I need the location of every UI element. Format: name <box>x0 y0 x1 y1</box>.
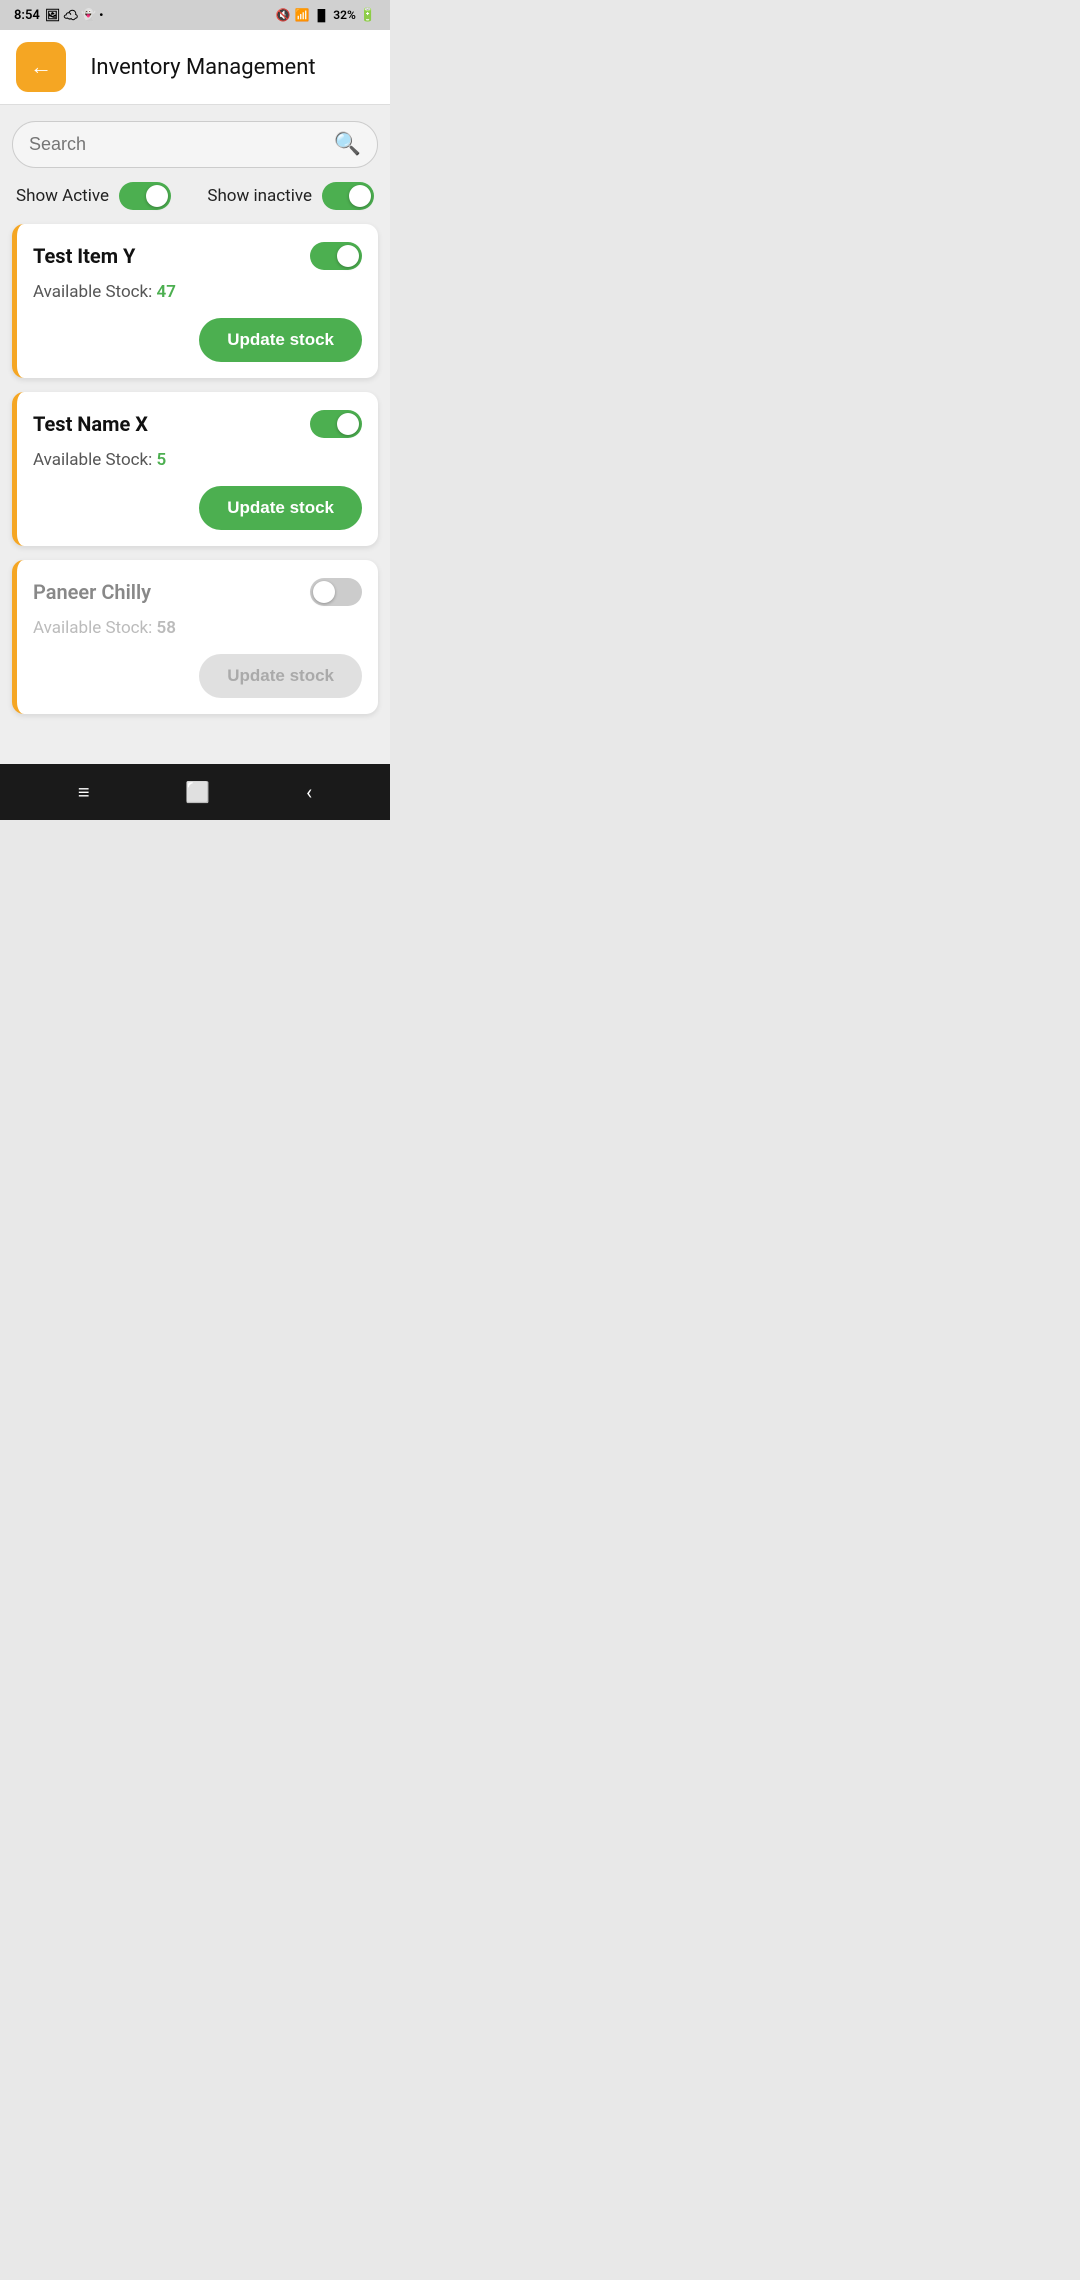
time-display: 8:54 <box>14 8 40 23</box>
stock-value-0: 47 <box>157 282 176 302</box>
nav-home-icon[interactable]: ⬜ <box>185 780 210 804</box>
show-active-group: Show Active <box>16 182 171 210</box>
inventory-card-0: Test Item Y Available Stock: 47 Update s… <box>12 224 378 378</box>
card-title-0: Test Item Y <box>33 244 135 268</box>
card-header-0: Test Item Y <box>33 242 362 270</box>
show-active-toggle[interactable] <box>119 182 171 210</box>
item-slider-2 <box>310 578 362 606</box>
status-bar: 8:54 🖼 ☁ 👻 • 🔇 📶 ▐▌ 32% 🔋 <box>0 0 390 30</box>
item-knob-2 <box>313 581 335 603</box>
nav-menu-icon[interactable]: ≡ <box>78 780 90 805</box>
show-active-knob <box>146 185 168 207</box>
stock-value-1: 5 <box>157 450 167 470</box>
item-toggle-2[interactable] <box>310 578 362 606</box>
stock-value-2: 58 <box>157 618 176 638</box>
show-inactive-slider <box>322 182 374 210</box>
app-header: ← Inventory Management <box>0 30 390 105</box>
item-knob-0 <box>337 245 359 267</box>
stock-label-2: Available Stock: <box>33 618 152 638</box>
filter-row: Show Active Show inactive <box>12 182 378 210</box>
status-icons: 🖼 ☁ 👻 • <box>45 8 104 22</box>
item-toggle-0[interactable] <box>310 242 362 270</box>
page-title: Inventory Management <box>82 55 374 80</box>
stock-label-1: Available Stock: <box>33 450 152 470</box>
show-inactive-label: Show inactive <box>207 186 312 206</box>
show-inactive-toggle[interactable] <box>322 182 374 210</box>
search-input[interactable] <box>29 134 334 155</box>
stock-row-1: Available Stock: 5 <box>33 450 362 470</box>
update-stock-button-1[interactable]: Update stock <box>199 486 362 530</box>
signal-icon: ▐▌ <box>314 9 330 22</box>
bottom-nav: ≡ ⬜ ‹ <box>0 764 390 820</box>
status-indicators: 🔇 📶 ▐▌ 32% 🔋 <box>276 8 376 23</box>
battery-display: 32% <box>333 8 356 22</box>
item-slider-0 <box>310 242 362 270</box>
card-title-2: Paneer Chilly <box>33 580 151 604</box>
card-footer-0: Update stock <box>33 318 362 362</box>
show-inactive-knob <box>349 185 371 207</box>
show-inactive-group: Show inactive <box>207 182 374 210</box>
search-icon: 🔍 <box>334 132 361 157</box>
stock-label-0: Available Stock: <box>33 282 152 302</box>
stock-row-2: Available Stock: 58 <box>33 618 362 638</box>
card-header-1: Test Name X <box>33 410 362 438</box>
main-content: 🔍 Show Active Show inactive Test <box>0 105 390 764</box>
update-stock-button-2: Update stock <box>199 654 362 698</box>
item-knob-1 <box>337 413 359 435</box>
card-footer-2: Update stock <box>33 654 362 698</box>
item-slider-1 <box>310 410 362 438</box>
wifi-icon: 📶 <box>295 8 310 22</box>
item-toggle-1[interactable] <box>310 410 362 438</box>
card-header-2: Paneer Chilly <box>33 578 362 606</box>
inventory-card-1: Test Name X Available Stock: 5 Update st… <box>12 392 378 546</box>
update-stock-button-0[interactable]: Update stock <box>199 318 362 362</box>
card-footer-1: Update stock <box>33 486 362 530</box>
inventory-card-2: Paneer Chilly Available Stock: 58 Update… <box>12 560 378 714</box>
nav-back-icon[interactable]: ‹ <box>306 780 312 804</box>
status-time: 8:54 🖼 ☁ 👻 • <box>14 8 103 23</box>
show-active-slider <box>119 182 171 210</box>
back-arrow-icon: ← <box>30 54 52 80</box>
battery-icon: 🔋 <box>360 8 376 23</box>
show-active-label: Show Active <box>16 186 109 206</box>
card-title-1: Test Name X <box>33 412 148 436</box>
stock-row-0: Available Stock: 47 <box>33 282 362 302</box>
mute-icon: 🔇 <box>276 8 291 22</box>
search-bar: 🔍 <box>12 121 378 168</box>
back-button[interactable]: ← <box>16 42 66 92</box>
